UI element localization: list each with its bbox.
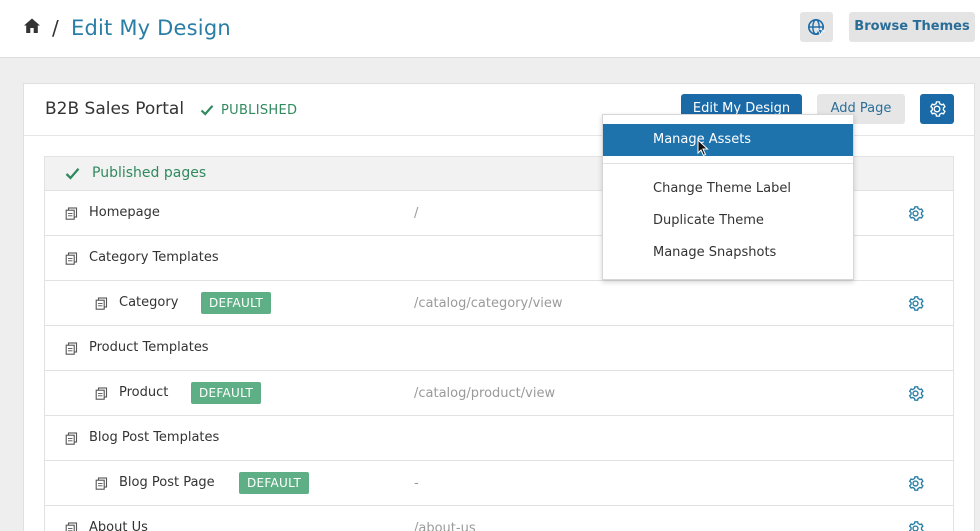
page-title: Edit My Design: [71, 16, 231, 40]
table-row[interactable]: Category DEFAULT/catalog/category/view: [45, 281, 953, 326]
table-row[interactable]: Product DEFAULT/catalog/product/view: [45, 371, 953, 416]
menu-item-duplicate-theme[interactable]: Duplicate Theme: [603, 205, 853, 237]
page-icon: [65, 342, 78, 359]
menu-divider: [603, 163, 853, 164]
page-name[interactable]: Homepage: [89, 205, 160, 220]
gear-icon[interactable]: [907, 475, 924, 496]
table-row[interactable]: Blog Post Templates: [45, 416, 953, 461]
browse-themes-button[interactable]: Browse Themes: [849, 12, 975, 42]
page-name[interactable]: Product Templates: [89, 340, 209, 355]
gear-icon[interactable]: [907, 520, 924, 531]
top-bar: / Edit My Design Browse Themes: [0, 0, 980, 58]
page-name[interactable]: Category: [119, 295, 178, 310]
page-icon: [65, 432, 78, 449]
page-name[interactable]: Category Templates: [89, 250, 219, 265]
theme-settings-menu: Manage Assets Change Theme Label Duplica…: [602, 114, 854, 280]
globe-button[interactable]: [800, 12, 833, 42]
menu-item-change-theme-label[interactable]: Change Theme Label: [603, 173, 853, 205]
theme-settings-button[interactable]: [920, 94, 954, 124]
menu-item-manage-snapshots[interactable]: Manage Snapshots: [603, 237, 853, 269]
table-row[interactable]: Blog Post Page DEFAULT -: [45, 461, 953, 506]
page-path: /: [414, 206, 419, 221]
page-icon: [65, 522, 78, 531]
gear-icon: [930, 101, 946, 117]
page-icon: [65, 207, 78, 224]
breadcrumb-separator: /: [52, 16, 59, 40]
default-badge: DEFAULT: [191, 382, 262, 404]
page-path: -: [414, 476, 419, 491]
home-icon[interactable]: [23, 17, 41, 35]
page-name[interactable]: Product: [119, 385, 168, 400]
portal-name: B2B Sales Portal: [45, 99, 185, 119]
page-path: /catalog/product/view: [414, 386, 556, 401]
table-row[interactable]: About Us/about-us: [45, 506, 953, 531]
page-path: /catalog/category/view: [414, 296, 563, 311]
check-icon: [200, 105, 214, 116]
default-badge: DEFAULT: [201, 292, 272, 314]
page-icon: [95, 297, 108, 314]
globe-cursor-icon: [808, 19, 826, 37]
menu-item-manage-assets[interactable]: Manage Assets: [603, 124, 853, 156]
gear-icon[interactable]: [907, 385, 924, 406]
gear-icon[interactable]: [907, 205, 924, 226]
page-icon: [65, 252, 78, 269]
page-icon: [95, 477, 108, 494]
mouse-cursor-icon: [697, 139, 709, 157]
page-name[interactable]: Blog Post Page: [119, 475, 215, 490]
status-badge: PUBLISHED: [221, 103, 298, 118]
page-icon: [95, 387, 108, 404]
page-path: /about-us: [414, 521, 476, 531]
check-icon: [65, 168, 80, 180]
table-row[interactable]: Product Templates: [45, 326, 953, 371]
page-name[interactable]: About Us: [89, 520, 148, 531]
page-name[interactable]: Blog Post Templates: [89, 430, 219, 445]
gear-icon[interactable]: [907, 295, 924, 316]
default-badge: DEFAULT: [239, 472, 310, 494]
group-label: Published pages: [92, 165, 207, 181]
